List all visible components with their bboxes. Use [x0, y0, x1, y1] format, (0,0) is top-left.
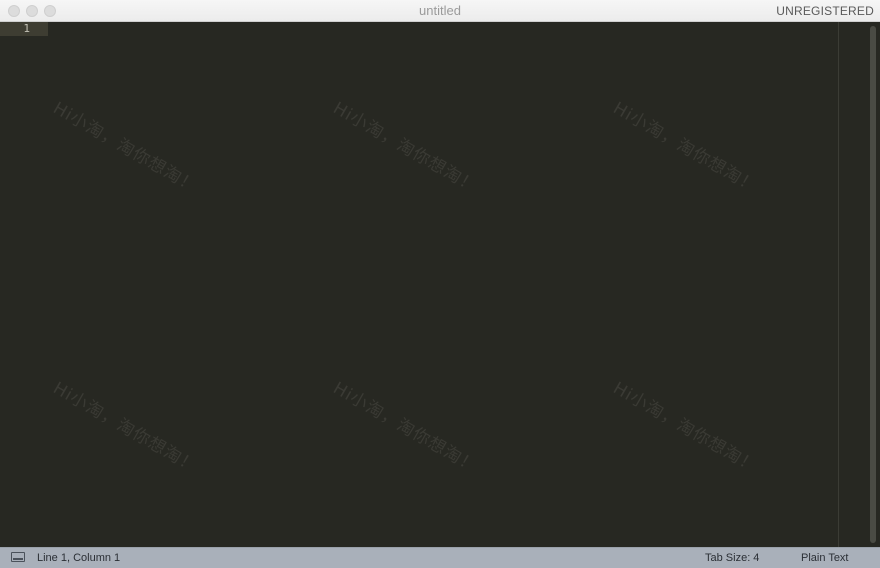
watermark: Hi小淘，淘你想淘！ — [329, 378, 482, 478]
editor-text-area[interactable]: 1 Hi小淘，淘你想淘！ Hi小淘，淘你想淘！ Hi小淘，淘你想淘！ Hi小淘，… — [0, 22, 838, 547]
status-bar: Line 1, Column 1 Tab Size: 4 Plain Text — [0, 547, 880, 568]
watermark: Hi小淘，淘你想淘！ — [329, 98, 482, 198]
tab-size-selector[interactable]: Tab Size: 4 — [705, 548, 759, 568]
syntax-selector[interactable]: Plain Text — [801, 548, 849, 568]
cursor-position[interactable]: Line 1, Column 1 — [37, 548, 120, 568]
vertical-scrollbar[interactable] — [839, 22, 880, 547]
line-number: 1 — [23, 22, 30, 35]
scrollbar-thumb[interactable] — [870, 26, 876, 543]
title-bar[interactable]: untitled UNREGISTERED — [0, 0, 880, 22]
panel-toggle-icon[interactable] — [11, 552, 25, 562]
window-title: untitled — [419, 3, 461, 18]
watermark: Hi小淘，淘你想淘！ — [49, 98, 202, 198]
watermark: Hi小淘，淘你想淘！ — [609, 378, 762, 478]
watermark: Hi小淘，淘你想淘！ — [49, 378, 202, 478]
unregistered-label: UNREGISTERED — [776, 4, 874, 18]
sublime-text-window: untitled UNREGISTERED 1 Hi小淘，淘你想淘！ Hi小淘，… — [0, 0, 880, 568]
watermark: Hi小淘，淘你想淘！ — [609, 98, 762, 198]
